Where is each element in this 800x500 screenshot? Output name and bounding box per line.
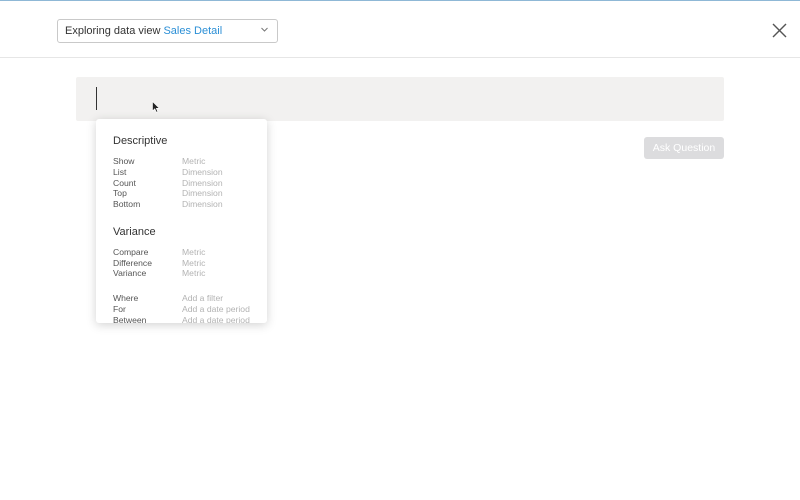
suggestion-hint: Metric (182, 258, 206, 268)
close-icon[interactable] (771, 22, 788, 39)
data-view-prefix: Exploring data view (65, 25, 161, 37)
suggestion-keyword: Variance (113, 268, 147, 278)
suggestion-hint: Dimension (182, 199, 223, 209)
ask-question-button[interactable]: Ask Question (644, 137, 724, 159)
section-title: Variance (113, 226, 156, 238)
suggestion-hint: Dimension (182, 188, 223, 198)
suggestion-hint: Add a date period (182, 315, 250, 323)
suggestion-item[interactable]: Variance Metric (96, 268, 267, 279)
explore-page: Exploring data view Sales Detail Ask Que… (0, 0, 800, 500)
mouse-pointer-icon (152, 101, 160, 113)
suggestion-keyword: Show (113, 156, 135, 166)
suggestion-keyword: Top (113, 188, 127, 198)
chevron-down-icon (261, 27, 268, 32)
section-title: Descriptive (113, 135, 168, 147)
suggestion-item[interactable]: For Add a date period (96, 304, 267, 315)
suggestion-keyword: Count (113, 178, 136, 188)
suggestion-item[interactable]: Top Dimension (96, 188, 267, 199)
suggestion-hint: Metric (182, 268, 206, 278)
suggestion-hint: Metric (182, 247, 206, 257)
suggestion-item[interactable]: Between Add a date period (96, 315, 267, 323)
question-input[interactable] (96, 85, 716, 113)
suggestion-item[interactable]: Bottom Dimension (96, 199, 267, 210)
suggestion-dropdown: Descriptive Show Metric List Dimension C… (96, 119, 267, 323)
suggestion-keyword: Difference (113, 258, 153, 268)
question-bar (76, 77, 724, 121)
suggestion-hint: Add a filter (182, 293, 224, 303)
header-bar: Exploring data view Sales Detail (0, 1, 800, 58)
text-caret (96, 87, 97, 110)
suggestion-hint: Metric (182, 156, 206, 166)
suggestion-hint: Dimension (182, 167, 223, 177)
suggestion-hint: Add a date period (182, 304, 250, 314)
suggestion-keyword: For (113, 304, 126, 314)
suggestion-keyword: Where (113, 293, 139, 303)
suggestion-keyword: Between (113, 315, 147, 323)
suggestion-keyword: Bottom (113, 199, 141, 209)
data-view-select[interactable]: Exploring data view Sales Detail (57, 19, 278, 43)
suggestion-item[interactable]: Compare Metric (96, 247, 267, 258)
suggestion-item[interactable]: List Dimension (96, 167, 267, 178)
data-view-name: Sales Detail (163, 25, 223, 37)
suggestion-item[interactable]: Show Metric (96, 156, 267, 167)
suggestion-keyword: Compare (113, 247, 149, 257)
suggestion-keyword: List (113, 167, 127, 177)
data-view-select-label: Exploring data view Sales Detail (65, 25, 222, 37)
suggestion-item[interactable]: Where Add a filter (96, 293, 267, 304)
suggestion-hint: Dimension (182, 178, 223, 188)
